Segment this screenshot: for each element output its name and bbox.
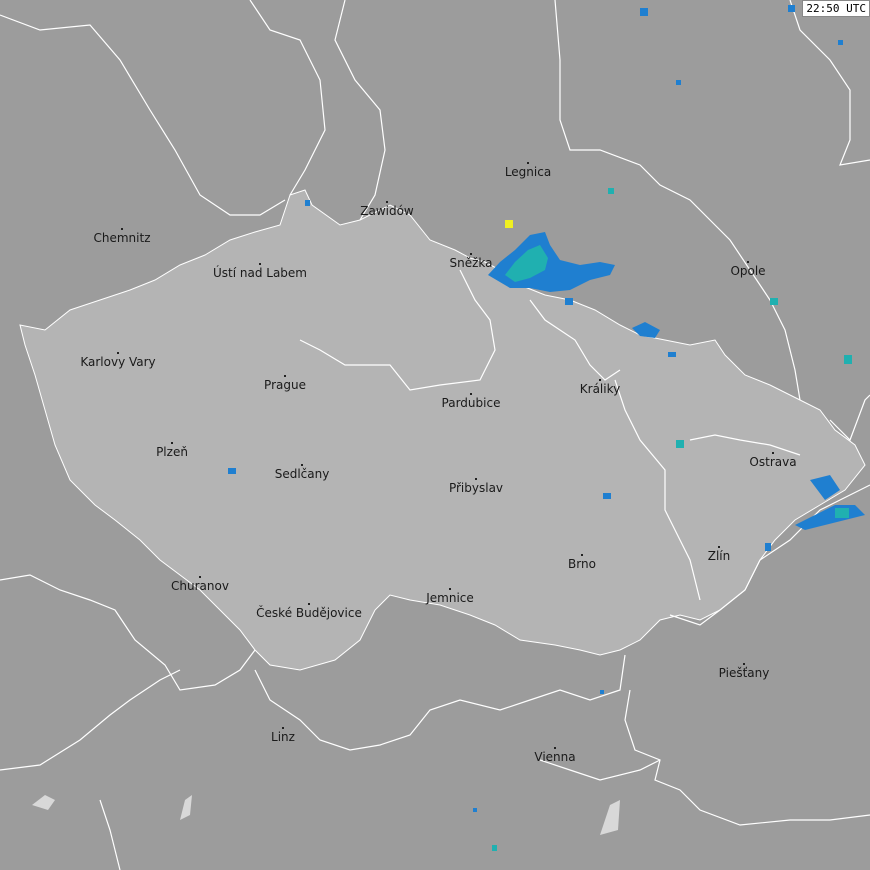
city-marker-opole bbox=[747, 261, 749, 263]
city-marker-vienna bbox=[554, 747, 556, 749]
city-label-jemnice: Jemnice bbox=[426, 591, 474, 605]
city-marker-budejovice bbox=[308, 603, 310, 605]
city-label-pardubice: Pardubice bbox=[441, 396, 501, 410]
city-marker-legnica bbox=[527, 162, 529, 164]
city-marker-sedlcany bbox=[301, 464, 303, 466]
city-marker-piestany bbox=[743, 663, 745, 665]
city-label-linz: Linz bbox=[271, 730, 295, 744]
city-label-churanov: Churanov bbox=[171, 579, 229, 593]
city-marker-ostrava bbox=[772, 452, 774, 454]
city-marker-linz bbox=[282, 727, 284, 729]
city-label-kraliky: Králiky bbox=[579, 382, 621, 396]
radar-map: 22:50 UTC Chemnitz Ústí nad Labem Zawidów L… bbox=[0, 0, 870, 870]
city-label-brno: Brno bbox=[568, 557, 596, 571]
city-marker-pardubice bbox=[470, 393, 472, 395]
city-label-vienna: Vienna bbox=[534, 750, 576, 764]
city-label-pribyslav: Přibyslav bbox=[448, 481, 504, 495]
city-marker-chemnitz bbox=[121, 228, 123, 230]
city-label-opole: Opole bbox=[730, 264, 766, 278]
lake bbox=[32, 795, 55, 810]
city-marker-kraliky bbox=[599, 379, 601, 381]
city-marker-usti bbox=[259, 263, 261, 265]
city-label-zlin: Zlín bbox=[707, 549, 731, 563]
city-label-ostrava: Ostrava bbox=[749, 455, 797, 469]
city-label-sedlcany: Sedlčany bbox=[274, 467, 330, 481]
city-label-snezka: Sněžka bbox=[449, 256, 493, 270]
city-marker-prague bbox=[284, 375, 286, 377]
lake bbox=[180, 795, 192, 820]
city-label-zawidow: Zawidów bbox=[360, 204, 414, 218]
city-marker-snezka bbox=[470, 253, 472, 255]
city-label-plzen: Plzeň bbox=[156, 445, 188, 459]
city-marker-plzen bbox=[171, 442, 173, 444]
city-marker-zawidow bbox=[386, 201, 388, 203]
lake bbox=[600, 800, 620, 835]
city-marker-zlin bbox=[718, 546, 720, 548]
city-label-budejovice: České Budějovice bbox=[256, 606, 362, 620]
city-label-usti: Ústí nad Labem bbox=[212, 266, 308, 280]
city-marker-jemnice bbox=[449, 588, 451, 590]
timestamp-label: 22:50 UTC bbox=[802, 0, 870, 17]
city-label-piestany: Piešťany bbox=[718, 666, 770, 680]
city-label-karlovy: Karlovy Vary bbox=[80, 355, 156, 369]
city-marker-brno bbox=[581, 554, 583, 556]
city-label-legnica: Legnica bbox=[504, 165, 552, 179]
city-marker-churanov bbox=[199, 576, 201, 578]
city-marker-karlovy bbox=[117, 352, 119, 354]
city-label-prague: Prague bbox=[264, 378, 306, 392]
city-label-chemnitz: Chemnitz bbox=[93, 231, 151, 245]
city-marker-pribyslav bbox=[475, 478, 477, 480]
basemap-svg bbox=[0, 0, 870, 870]
